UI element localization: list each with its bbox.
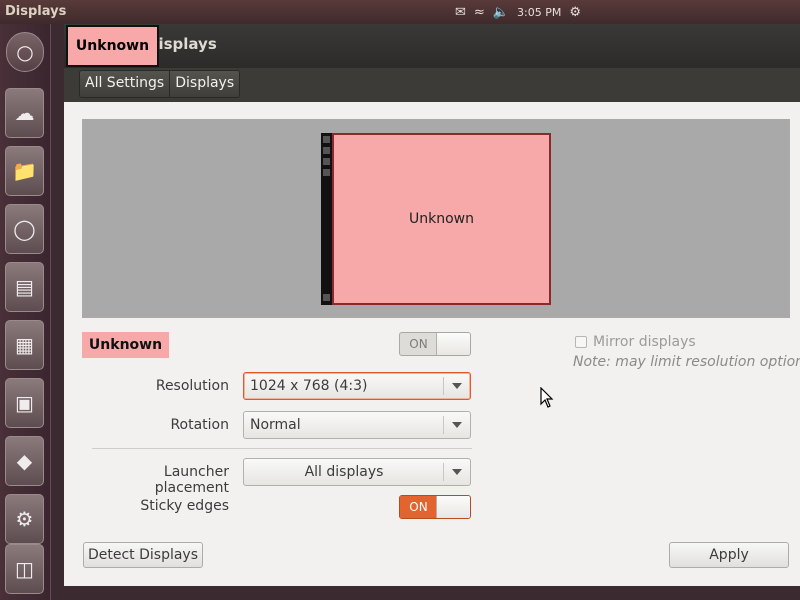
breadcrumb-all-settings[interactable]: All Settings <box>80 71 170 97</box>
launcher: ○ ☁ 📁 ◯ ▤ ▦ ▣ ◆ ⚙ ◫ <box>0 24 51 600</box>
impress-icon[interactable]: ▣ <box>5 378 44 428</box>
mail-icon[interactable]: ✉ <box>455 5 466 20</box>
top-panel: Displays ✉ ≈ 🔈 3:05 PM ⚙ <box>0 0 800 24</box>
launcher-placement-value: All displays <box>304 464 384 480</box>
monitor-label: Unknown <box>332 133 551 305</box>
software-center-icon[interactable]: ◆ <box>5 436 44 486</box>
settings-icon[interactable]: ⚙ <box>5 494 44 544</box>
rotation-label: Rotation <box>170 417 229 433</box>
divider <box>92 448 472 449</box>
launcher-placement-select[interactable]: All displays <box>243 458 471 486</box>
breadcrumb-displays[interactable]: Displays <box>169 71 240 97</box>
display-name-label: Unknown <box>82 332 169 358</box>
ubuntu-one-icon[interactable]: ☁ <box>5 88 44 138</box>
sticky-edges-toggle-label: ON <box>400 496 437 518</box>
mouse-pointer-icon <box>540 387 554 408</box>
window-bottom-edge <box>64 586 800 600</box>
dash-home-icon[interactable]: ○ <box>6 32 44 72</box>
writer-icon[interactable]: ▤ <box>5 262 44 312</box>
system-tray: ✉ ≈ 🔈 3:05 PM ⚙ <box>455 3 581 21</box>
display-power-toggle-label: ON <box>409 337 428 351</box>
monitor-preview[interactable]: Unknown <box>321 133 551 305</box>
mirror-displays-label: Mirror displays <box>593 334 696 350</box>
highlight-label: Unknown <box>66 25 159 67</box>
volume-icon[interactable]: 🔈 <box>493 5 509 20</box>
breadcrumb: All Settings Displays <box>79 70 241 98</box>
launcher-placement-label: Launcher placement <box>154 464 229 496</box>
toggle-knob <box>436 496 470 518</box>
chevron-down-icon <box>452 383 462 389</box>
toggle-knob <box>436 333 470 355</box>
rotation-value: Normal <box>250 417 301 433</box>
files-icon[interactable]: 📁 <box>5 146 44 196</box>
wifi-icon[interactable]: ≈ <box>474 5 485 20</box>
mirror-note: Note: may limit resolution options <box>573 354 800 370</box>
mirror-displays-checkbox[interactable] <box>575 336 587 348</box>
chevron-down-icon <box>452 422 462 428</box>
firefox-icon[interactable]: ◯ <box>5 204 44 254</box>
resolution-value: 1024 x 768 (4:3) <box>250 378 368 394</box>
chevron-down-icon <box>452 469 462 475</box>
resolution-label: Resolution <box>155 378 229 394</box>
sticky-edges-toggle[interactable]: ON <box>399 495 471 519</box>
top-panel-app-title: Displays <box>5 4 67 19</box>
resolution-select[interactable]: 1024 x 768 (4:3) <box>243 372 471 400</box>
detect-displays-button[interactable]: Detect Displays <box>83 542 203 568</box>
clock[interactable]: 3:05 PM <box>517 6 561 19</box>
power-icon[interactable]: ⚙ <box>569 5 581 20</box>
window-titlebar: Displays <box>64 24 800 68</box>
mirror-displays-option[interactable]: Mirror displays <box>575 334 696 350</box>
calc-icon[interactable]: ▦ <box>5 320 44 370</box>
sticky-edges-label: Sticky edges <box>140 498 229 514</box>
display-power-toggle[interactable]: ON <box>399 332 471 356</box>
trash-icon[interactable]: ◫ <box>5 544 44 594</box>
monitor-launcher-strip <box>321 133 332 305</box>
rotation-select[interactable]: Normal <box>243 411 471 439</box>
apply-button[interactable]: Apply <box>669 542 789 568</box>
